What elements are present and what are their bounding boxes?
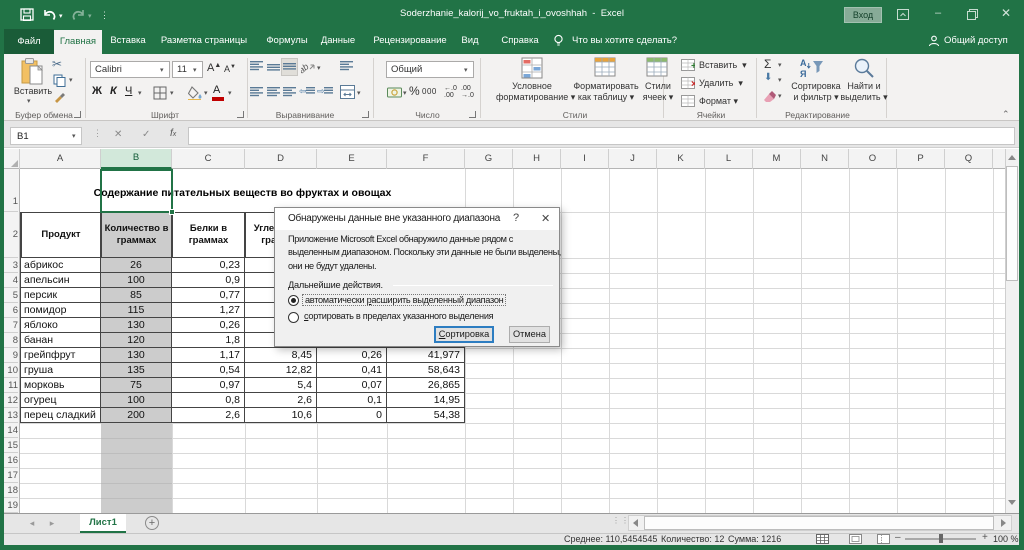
- svg-text:ab: ab: [301, 61, 311, 74]
- svg-text:А: А: [800, 58, 807, 68]
- svg-text:Я: Я: [800, 69, 806, 79]
- svg-text:+: +: [691, 61, 695, 71]
- svg-text:×: ×: [691, 79, 695, 89]
